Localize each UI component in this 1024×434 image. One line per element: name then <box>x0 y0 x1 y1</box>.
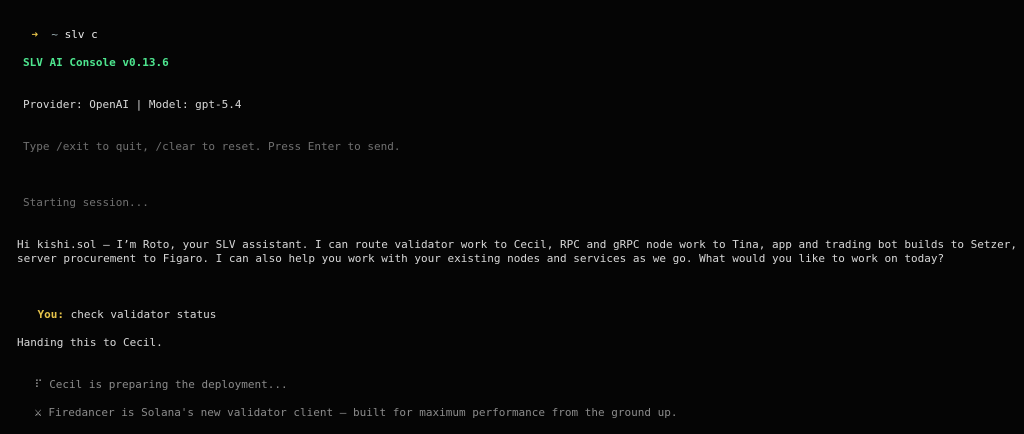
assistant-greeting-line-2: server procurement to Figaro. I can also… <box>17 252 945 265</box>
user-label: You: <box>37 308 65 321</box>
shell-command: slv c <box>64 28 98 41</box>
assistant-handoff: Handing this to Cecil. <box>17 336 163 349</box>
prompt-cwd: ~ <box>51 28 58 41</box>
spinner-icon: ⠏ <box>34 378 43 391</box>
crossed-swords-icon: ⚔ <box>34 405 42 419</box>
user-message-text: check validator status <box>70 308 217 321</box>
terminal-window[interactable]: ➜ ~ slv c SLV AI Console v0.13.6 Provide… <box>0 0 1024 419</box>
provider-info: Provider: OpenAI | Model: gpt-5.4 <box>23 98 242 111</box>
starting-session: Starting session... <box>23 196 149 209</box>
status-tip: ⚔ Firedancer is Solana's new validator c… <box>8 391 678 434</box>
status-tip-text: Firedancer is Solana's new validator cli… <box>48 406 678 419</box>
console-title: SLV AI Console v0.13.6 <box>23 56 169 69</box>
assistant-greeting-line-1: Hi kishi.sol — I’m Roto, your SLV assist… <box>17 238 1024 251</box>
status-preparing-text: Cecil is preparing the deployment... <box>49 378 288 391</box>
help-hint: Type /exit to quit, /clear to reset. Pre… <box>23 140 401 153</box>
shell-prompt-line: ➜ ~ slv c <box>5 14 98 56</box>
prompt-arrow-icon: ➜ <box>31 28 39 41</box>
user-message: You: check validator status <box>11 294 217 336</box>
